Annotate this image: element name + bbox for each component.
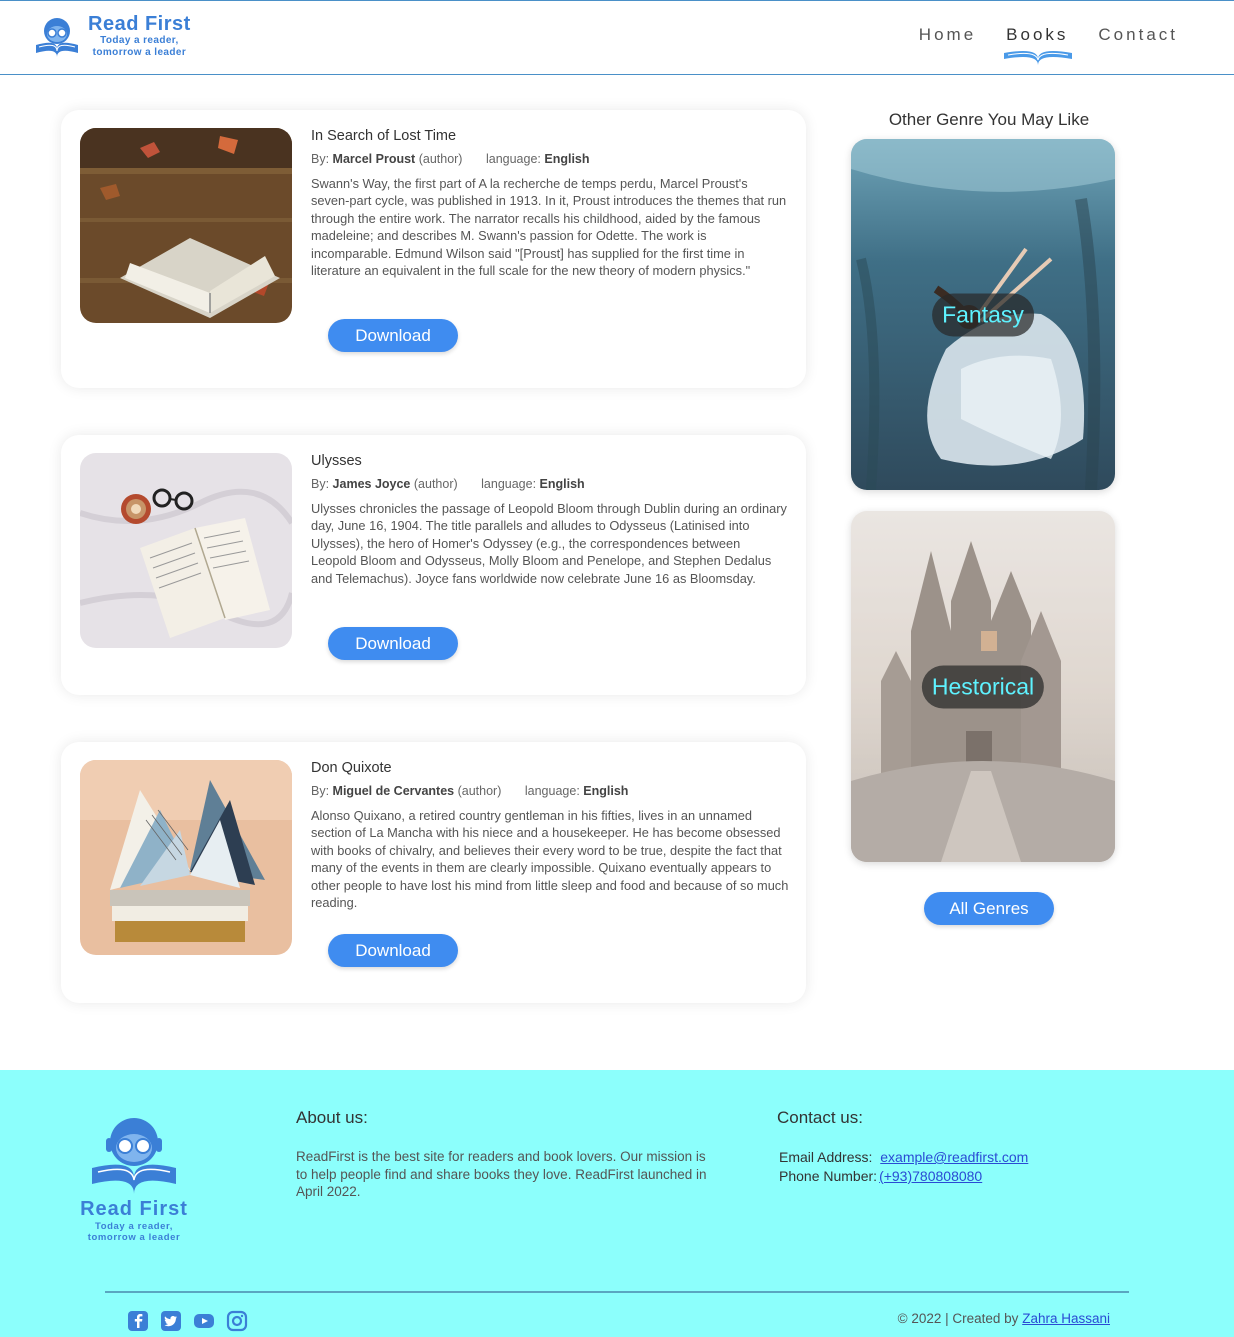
genre-heading: Other Genre You May Like (888, 110, 1090, 129)
book-title: Ulysses (311, 453, 362, 469)
footer-logo-title: Read First (80, 1198, 188, 1220)
book-author: Marcel Proust (332, 152, 416, 166)
book-language: English (544, 152, 590, 166)
book-title: In Search of Lost Time (311, 128, 457, 144)
book-description: Alonso Quixano, a retired country gentle… (311, 808, 789, 911)
social-links (127, 1310, 248, 1332)
logo-subtitle-2: tomorrow a leader (92, 47, 187, 58)
genre-card-historical[interactable]: Hestorical (851, 511, 1115, 862)
logo-title: Read First (88, 13, 191, 35)
youtube-icon[interactable] (193, 1310, 215, 1332)
by-label: By: (311, 152, 330, 166)
main-nav: Home Books Contact (919, 25, 1178, 65)
email-line: Email Address: example@readfirst.com (777, 1148, 1097, 1167)
copyright-text: © 2022 | Created by (897, 1311, 1019, 1326)
nav-books-label: Books (1006, 25, 1069, 44)
book-cover-image (80, 453, 292, 648)
language-label: language: (524, 784, 580, 798)
contact-section: Contact us: Email Address: example@readf… (777, 1108, 1097, 1186)
phone-label: Phone Number: (779, 1168, 878, 1184)
language-label: language: (481, 477, 537, 491)
book-card: Ulysses By: James Joyce (author) languag… (61, 435, 806, 695)
book-author: James Joyce (332, 477, 411, 491)
book-title: Don Quixote (311, 760, 392, 776)
logo-subtitle-1: Today a reader, (100, 35, 179, 46)
genre-label: Fantasy (932, 293, 1034, 336)
facebook-icon[interactable] (127, 1310, 149, 1332)
book-author: Miguel de Cervantes (332, 784, 455, 798)
phone-link[interactable]: (+93)780808080 (879, 1168, 982, 1184)
footer-divider (105, 1291, 1129, 1293)
footer-logo-subtitle-1: Today a reader, (95, 1221, 173, 1232)
open-book-icon (1004, 51, 1073, 65)
book-info: Don Quixote By: Miguel de Cervantes (aut… (311, 760, 789, 911)
reader-logo-icon (36, 18, 78, 57)
book-cover-image (80, 760, 292, 955)
nav-home[interactable]: Home (919, 25, 976, 45)
about-section: About us: ReadFirst is the best site for… (296, 1108, 716, 1201)
nav-contact[interactable]: Contact (1098, 25, 1178, 45)
author-role: (author) (413, 477, 458, 491)
all-genres-button[interactable]: All Genres (924, 892, 1054, 925)
author-role: (author) (457, 784, 502, 798)
email-label: Email Address: (779, 1149, 873, 1165)
footer-logo-subtitle-2: tomorrow a leader (87, 1232, 181, 1243)
book-description: Ulysses chronicles the passage of Leopol… (311, 501, 787, 586)
contact-heading: Contact us: (777, 1108, 863, 1127)
download-button[interactable]: Download (328, 627, 458, 660)
genre-card-fantasy[interactable]: Fantasy (851, 139, 1115, 490)
site-logo[interactable]: Read First Today a reader, tomorrow a le… (32, 13, 202, 63)
book-language: English (539, 477, 585, 491)
twitter-icon[interactable] (160, 1310, 182, 1332)
about-heading: About us: (296, 1108, 368, 1127)
book-info: In Search of Lost Time By: Marcel Proust… (311, 128, 789, 279)
book-card: In Search of Lost Time By: Marcel Proust… (61, 110, 806, 388)
book-cover-image (80, 128, 292, 323)
copyright: © 2022 | Created by Zahra Hassani (898, 1311, 1110, 1326)
instagram-icon[interactable] (226, 1310, 248, 1332)
genre-label: Hestorical (921, 665, 1045, 708)
by-label: By: (311, 784, 330, 798)
phone-line: Phone Number: (+93)780808080 (777, 1167, 1097, 1186)
creator-link[interactable]: Zahra Hassani (1022, 1311, 1110, 1326)
download-button[interactable]: Download (328, 319, 458, 352)
book-meta: By: Marcel Proust (author) language: Eng… (311, 152, 789, 166)
email-link[interactable]: example@readfirst.com (880, 1149, 1028, 1165)
footer-logo[interactable]: Read First Today a reader, tomorrow a le… (76, 1112, 192, 1243)
language-label: language: (485, 152, 541, 166)
by-label: By: (311, 477, 330, 491)
download-button[interactable]: Download (328, 934, 458, 967)
book-language: English (583, 784, 629, 798)
book-meta: By: James Joyce (author) language: Engli… (311, 477, 789, 491)
about-text: ReadFirst is the best site for readers a… (296, 1149, 707, 1199)
reader-logo-icon (92, 1118, 176, 1194)
book-meta: By: Miguel de Cervantes (author) languag… (311, 784, 789, 798)
author-role: (author) (418, 152, 463, 166)
book-card: Don Quixote By: Miguel de Cervantes (aut… (61, 742, 806, 1003)
site-header: Read First Today a reader, tomorrow a le… (0, 0, 1234, 75)
site-footer: Read First Today a reader, tomorrow a le… (0, 1070, 1234, 1337)
book-info: Ulysses By: James Joyce (author) languag… (311, 453, 789, 587)
book-description: Swann's Way, the first part of A la rech… (311, 176, 787, 279)
nav-books[interactable]: Books (1004, 25, 1073, 65)
